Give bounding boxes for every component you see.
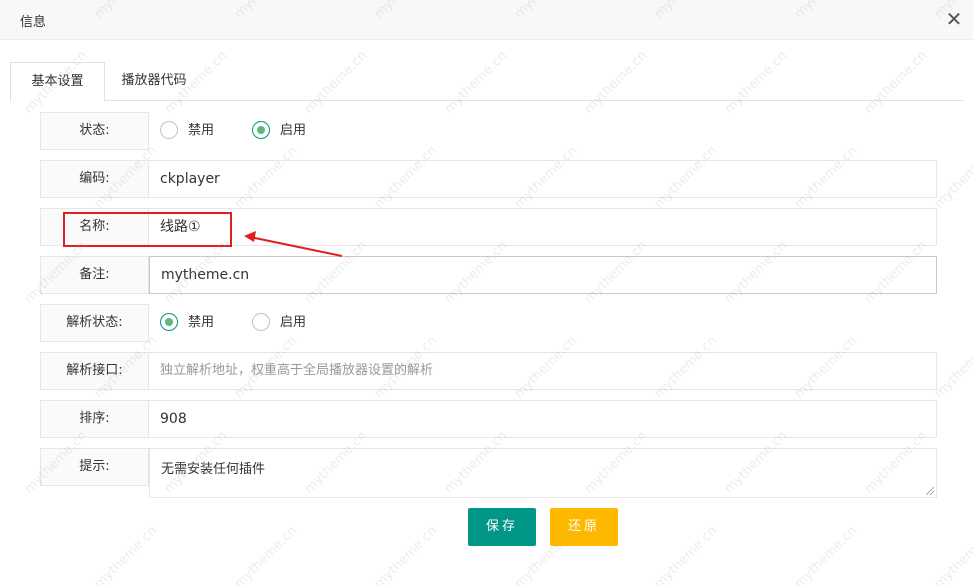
watermark-text: mytheme.cn	[791, 523, 861, 586]
tip-text: 无需安装任何插件	[161, 462, 266, 477]
name-label: 名称:	[40, 208, 149, 246]
radio-label: 禁用	[188, 315, 215, 330]
note-label: 备注:	[40, 256, 149, 294]
code-input[interactable]: ckplayer	[149, 160, 937, 198]
radio-circle-icon	[160, 121, 178, 139]
radio-checked-icon	[252, 121, 270, 139]
close-icon[interactable]: ✕	[944, 9, 964, 29]
name-input[interactable]: 线路①	[149, 208, 937, 246]
watermark-text: mytheme.cn	[931, 523, 973, 586]
tab-basic-settings[interactable]: 基本设置	[10, 62, 105, 102]
tip-label: 提示:	[40, 448, 149, 486]
parse-status-label: 解析状态:	[40, 304, 149, 342]
code-label: 编码:	[40, 160, 149, 198]
note-input[interactable]: mytheme.cn	[149, 256, 937, 294]
radio-label: 禁用	[188, 123, 215, 138]
resize-grip-icon[interactable]	[926, 487, 934, 495]
parse-api-label: 解析接口:	[40, 352, 149, 390]
dialog-title: 信息	[20, 15, 47, 30]
tab-player-code[interactable]: 播放器代码	[108, 62, 200, 101]
sort-input[interactable]: 908	[149, 400, 937, 438]
save-button[interactable]: 保存	[468, 508, 536, 546]
watermark-text: mytheme.cn	[91, 523, 161, 586]
radio-label: 启用	[280, 123, 307, 138]
watermark-text: mytheme.cn	[931, 143, 973, 212]
tab-bar: 基本设置 播放器代码	[10, 62, 963, 102]
parse-api-input[interactable]: 独立解析地址，权重高于全局播放器设置的解析	[149, 352, 937, 390]
watermark-text: mytheme.cn	[931, 333, 973, 402]
dialog-titlebar: 信息 ✕	[0, 0, 973, 40]
status-label: 状态:	[40, 112, 149, 150]
watermark-text: mytheme.cn	[651, 523, 721, 586]
sort-label: 排序:	[40, 400, 149, 438]
watermark-text: mytheme.cn	[371, 523, 441, 586]
reset-button[interactable]: 还原	[550, 508, 618, 546]
radio-label: 启用	[280, 315, 307, 330]
radio-circle-icon	[252, 313, 270, 331]
watermark-text: mytheme.cn	[231, 523, 301, 586]
radio-checked-icon	[160, 313, 178, 331]
tip-textarea[interactable]: 无需安装任何插件	[149, 448, 937, 498]
